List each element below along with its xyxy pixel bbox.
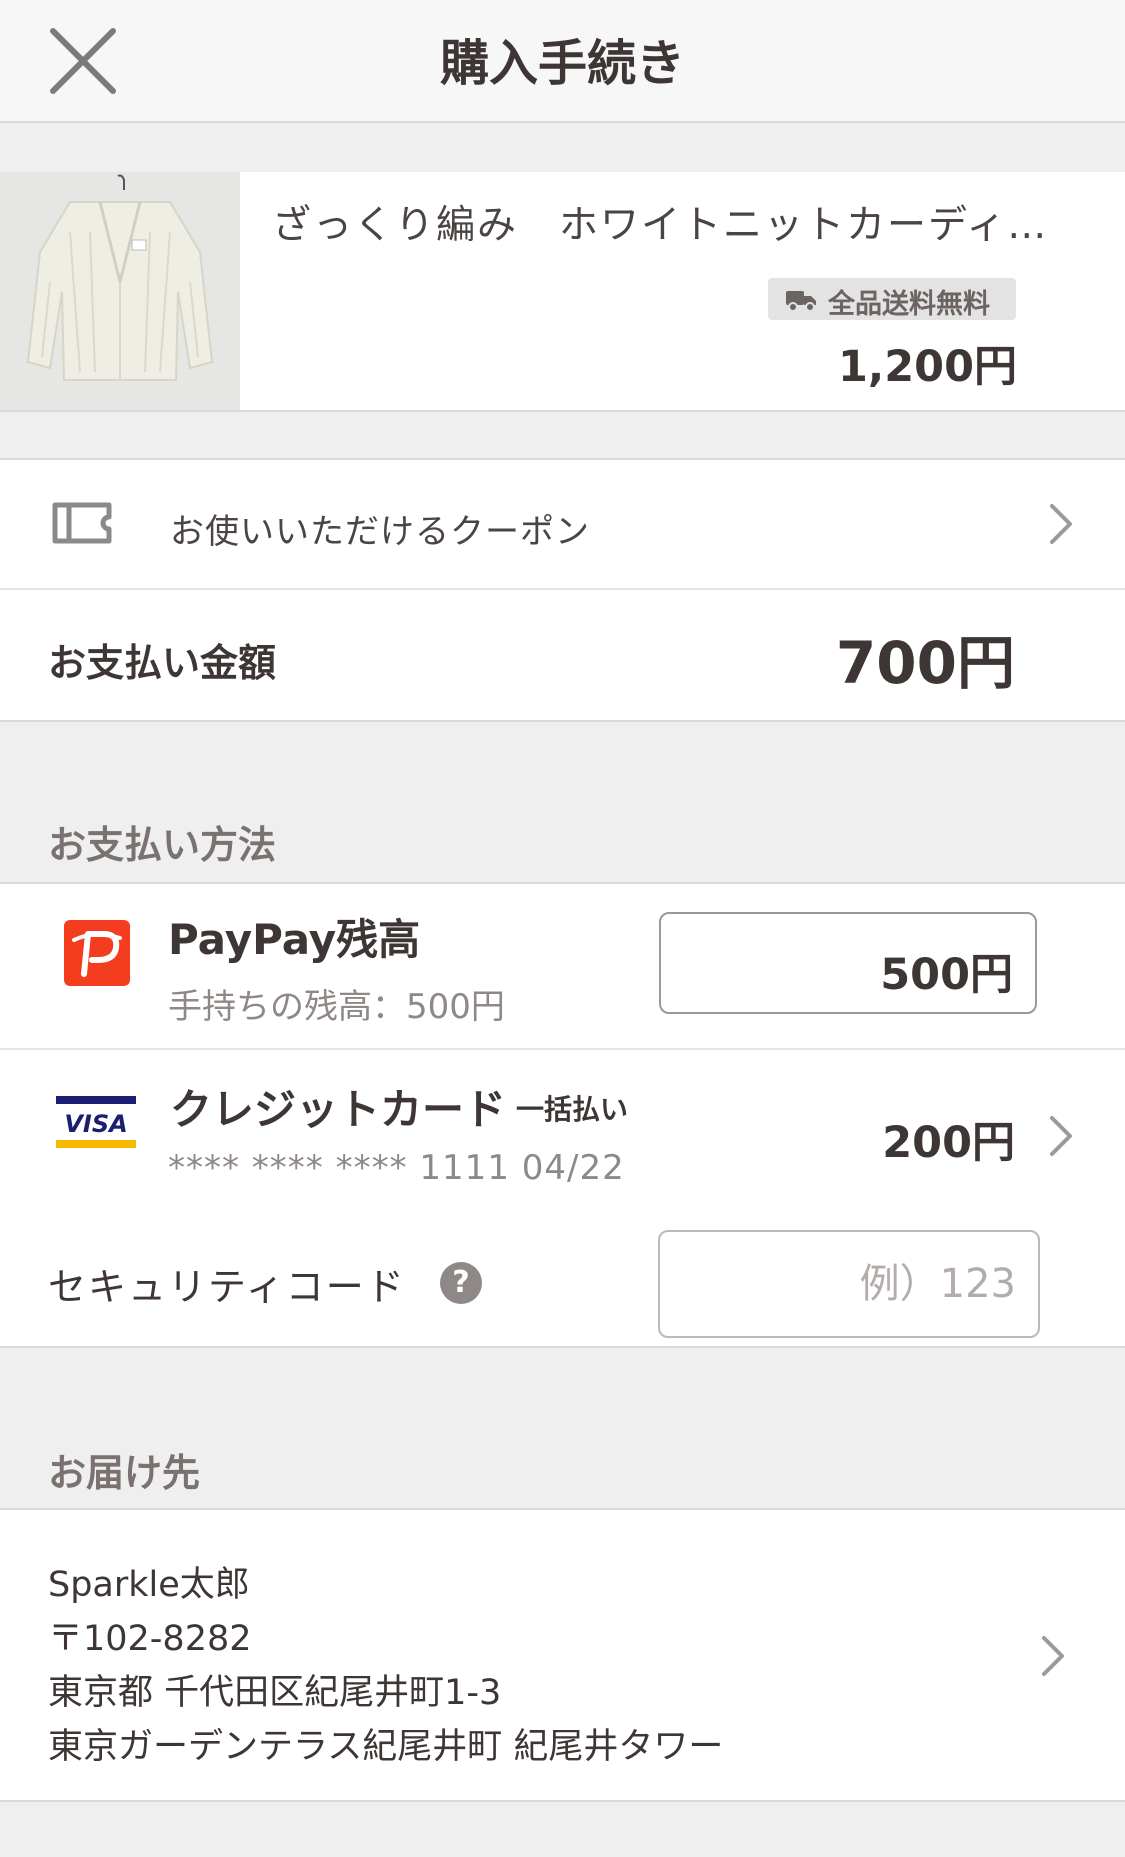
paypay-amount-input[interactable]: 500円 bbox=[659, 912, 1037, 1014]
paypay-amount-value: 500円 bbox=[880, 950, 1013, 1000]
address-line-1: 東京都 千代田区紀尾井町1-3 bbox=[48, 1673, 502, 1713]
paypay-icon bbox=[64, 920, 130, 986]
visa-card-icon: VISA bbox=[56, 1096, 136, 1148]
card-payment-method: 一括払い bbox=[516, 1093, 629, 1126]
postal-code: 〒102-8282 bbox=[48, 1619, 252, 1659]
chevron-right-icon bbox=[1050, 504, 1072, 544]
coupon-row[interactable]: お使いいただけるクーポン bbox=[0, 460, 1125, 588]
divider bbox=[0, 410, 1125, 412]
payment-section-title: お支払い方法 bbox=[48, 823, 277, 867]
credit-card-row[interactable]: VISA クレジットカード 一括払い **** **** **** 1111 0… bbox=[0, 1050, 1125, 1346]
total-amount: 700円 bbox=[835, 629, 1015, 697]
card-amount: 200円 bbox=[882, 1118, 1015, 1168]
product-image bbox=[0, 172, 240, 410]
paypay-balance: 手持ちの残高：500円 bbox=[168, 987, 505, 1027]
recipient-name: Sparkle太郎 bbox=[48, 1565, 250, 1605]
help-icon[interactable]: ? bbox=[440, 1262, 482, 1304]
ticket-icon bbox=[52, 502, 112, 544]
total-row: お支払い金額 700円 bbox=[0, 590, 1125, 720]
free-shipping-badge: 全品送料無料 bbox=[768, 278, 1016, 320]
truck-icon bbox=[786, 291, 816, 312]
chevron-right-icon bbox=[1042, 1636, 1064, 1676]
divider bbox=[0, 1346, 1125, 1348]
product-name: ざっくり編み ホワイトニットカーディ… bbox=[272, 203, 1049, 248]
visa-brand-text: VISA bbox=[64, 1110, 127, 1138]
header: 購入手続き bbox=[0, 0, 1125, 121]
divider bbox=[0, 720, 1125, 722]
total-label: お支払い金額 bbox=[48, 641, 277, 685]
card-title: クレジットカード bbox=[170, 1085, 507, 1134]
chevron-right-icon bbox=[1050, 1116, 1072, 1156]
address-section-title: お届け先 bbox=[48, 1451, 201, 1495]
security-code-input[interactable] bbox=[658, 1230, 1040, 1338]
page-title: 購入手続き bbox=[439, 35, 685, 92]
shipping-badge-text: 全品送料無料 bbox=[828, 289, 990, 320]
product-summary: ざっくり編み ホワイトニットカーディ… 全品送料無料 1,200円 bbox=[0, 172, 1125, 410]
header-divider bbox=[0, 121, 1125, 123]
security-code-label: セキュリティコード bbox=[48, 1265, 406, 1309]
address-line-2: 東京ガーデンテラス紀尾井町 紀尾井タワー bbox=[48, 1727, 724, 1767]
product-price: 1,200円 bbox=[837, 342, 1017, 392]
paypay-title: PayPay残高 bbox=[168, 915, 421, 964]
paypay-row: PayPay残高 手持ちの残高：500円 500円 bbox=[0, 884, 1125, 1048]
divider bbox=[0, 1800, 1125, 1802]
coupon-label: お使いいただけるクーポン bbox=[170, 512, 590, 552]
address-row[interactable]: Sparkle太郎 〒102-8282 東京都 千代田区紀尾井町1-3 東京ガー… bbox=[0, 1510, 1125, 1800]
card-number: **** **** **** 1111 04/22 bbox=[168, 1148, 625, 1188]
